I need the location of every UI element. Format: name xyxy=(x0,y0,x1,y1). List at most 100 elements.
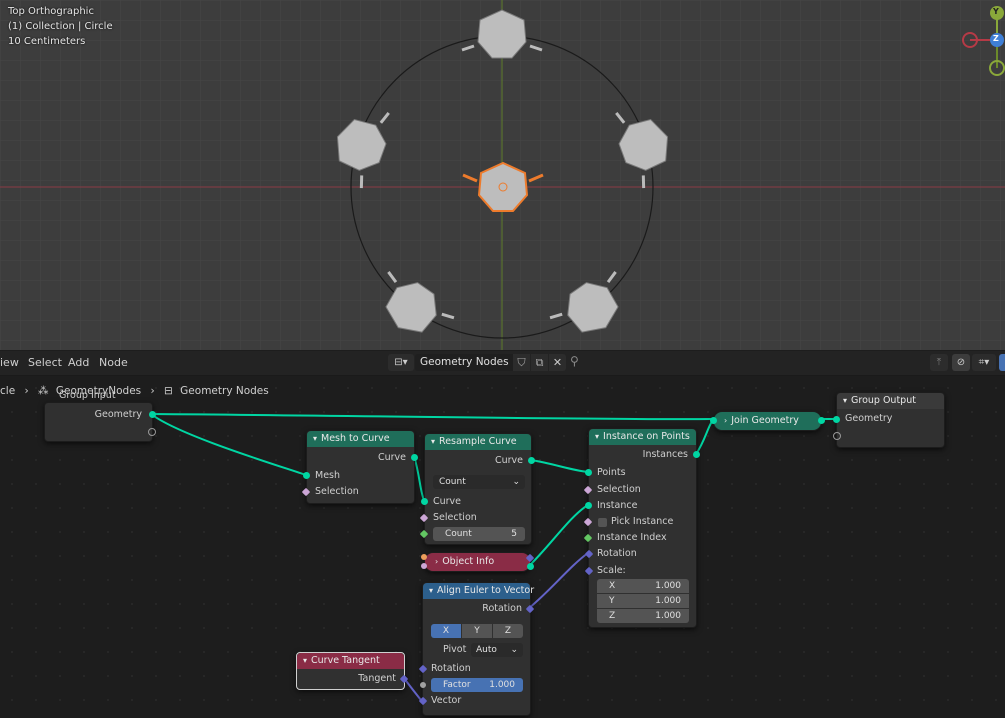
node-header[interactable]: › Join Geometry xyxy=(714,412,821,428)
collapse-chevron-icon[interactable]: ▾ xyxy=(843,393,847,409)
socket-label: Scale: xyxy=(597,565,626,576)
socket-label: Geometry xyxy=(845,413,893,424)
input-socket-mesh[interactable] xyxy=(303,472,310,479)
scale-z-field[interactable]: Z 1.000 xyxy=(597,609,689,623)
input-socket-as-instance[interactable] xyxy=(421,563,427,569)
menu-view[interactable]: iew xyxy=(0,356,19,369)
socket-label: Curve xyxy=(433,496,462,507)
overlay-toggle[interactable] xyxy=(999,354,1005,371)
output-socket-geometry[interactable] xyxy=(527,563,534,570)
node-tree-type-dropdown[interactable]: ⊟▾ xyxy=(388,354,414,371)
socket-label: Rotation xyxy=(597,548,637,559)
output-socket-geometry[interactable] xyxy=(149,411,156,418)
modifier-icon: ⁂ xyxy=(38,385,49,397)
collapse-chevron-icon[interactable]: ▾ xyxy=(303,653,307,669)
chevron-down-icon: ⌄ xyxy=(512,477,520,487)
input-socket-selection[interactable] xyxy=(583,485,593,495)
3d-viewport[interactable]: Top Orthographic (1) Collection | Circle… xyxy=(0,0,1005,350)
output-socket-empty[interactable] xyxy=(148,428,156,436)
mode-dropdown[interactable]: Count ⌄ xyxy=(433,475,525,489)
expand-chevron-icon[interactable]: › xyxy=(435,553,438,571)
pin-icon[interactable]: ⚲ xyxy=(570,354,579,368)
axis-x-button[interactable]: X xyxy=(431,624,461,638)
output-socket-curve[interactable] xyxy=(528,457,535,464)
socket-label: Curve xyxy=(494,455,523,466)
gizmo-z-label[interactable]: Z xyxy=(993,34,999,43)
close-icon[interactable]: ✕ xyxy=(549,354,566,371)
collapse-chevron-icon[interactable]: ▾ xyxy=(429,583,433,599)
count-field[interactable]: Count 5 xyxy=(433,527,525,541)
collapse-chevron-icon[interactable]: ▾ xyxy=(431,434,435,450)
input-socket-empty[interactable] xyxy=(833,432,841,440)
socket-label: Selection xyxy=(315,486,359,497)
axis-z-button[interactable]: Z xyxy=(493,624,523,638)
duplicate-icon[interactable]: ⧉ xyxy=(531,354,548,371)
output-socket-rotation[interactable] xyxy=(525,604,535,614)
socket-label: Rotation xyxy=(431,663,471,674)
snap-grid-icon[interactable]: ⌗▾ xyxy=(972,354,996,371)
pivot-dropdown[interactable]: Auto ⌄ xyxy=(471,643,523,657)
grid-scale-label: 10 Centimeters xyxy=(8,36,86,47)
input-socket-count[interactable] xyxy=(419,529,429,539)
input-socket-factor[interactable] xyxy=(418,680,428,690)
input-socket-curve[interactable] xyxy=(421,498,428,505)
node-header[interactable]: ▾ Curve Tangent xyxy=(297,653,404,669)
node-header[interactable]: ▾ Instance on Points xyxy=(589,429,696,445)
node-editor-canvas[interactable]: cle › ⁂ GeometryNodes › ⊟ Geometry Nodes… xyxy=(0,376,1005,718)
node-curve-tangent[interactable]: ▾ Curve Tangent Tangent xyxy=(296,652,409,690)
menu-select[interactable]: Select xyxy=(28,356,62,369)
input-socket-selection[interactable] xyxy=(301,487,311,497)
input-socket-instance[interactable] xyxy=(585,502,592,509)
node-header[interactable]: ▾ Resample Curve xyxy=(425,434,531,450)
node-header[interactable]: ▾ Mesh to Curve xyxy=(307,431,414,447)
input-socket-geometry[interactable] xyxy=(833,416,840,423)
node-align-euler-to-vector[interactable]: ▾ Align Euler to Vector Rotation X Y Z Pi… xyxy=(418,582,535,716)
node-instance-on-points[interactable]: ▾ Instance on Points Instances Points Sel… xyxy=(583,428,700,628)
input-socket-selection[interactable] xyxy=(419,513,429,523)
input-socket-rotation[interactable] xyxy=(418,664,428,674)
link-geometry-to-mesh xyxy=(150,413,307,476)
socket-label: Points xyxy=(597,467,626,478)
output-socket-instances[interactable] xyxy=(693,451,700,458)
expand-chevron-icon[interactable]: › xyxy=(724,412,727,430)
scale-x-field[interactable]: X 1.000 xyxy=(597,579,689,593)
gizmo-y-label[interactable]: Y xyxy=(993,7,999,16)
input-socket-points[interactable] xyxy=(585,469,592,476)
socket-label: Geometry xyxy=(94,409,142,420)
input-socket-rotation[interactable] xyxy=(584,549,594,559)
link-curve-to-points xyxy=(530,459,589,473)
node-tree-name-field[interactable]: Geometry Nodes xyxy=(415,354,518,371)
input-socket-scale[interactable] xyxy=(584,566,594,576)
menu-node[interactable]: Node xyxy=(99,356,128,369)
factor-field[interactable]: Factor 1.000 xyxy=(431,678,523,692)
node-join-geometry[interactable]: › Join Geometry xyxy=(710,411,825,431)
scale-y-field[interactable]: Y 1.000 xyxy=(597,594,689,608)
input-socket-instance-index[interactable] xyxy=(583,533,593,543)
output-socket-geometry[interactable] xyxy=(818,417,825,424)
node-group-output[interactable]: ▾ Group Output Geometry xyxy=(833,392,945,448)
parent-node-tree-icon[interactable]: ⤒ xyxy=(930,354,948,371)
pick-instance-checkbox[interactable] xyxy=(598,518,607,527)
node-header[interactable]: ▾ Group Output xyxy=(837,393,944,409)
socket-label: Vector xyxy=(431,695,462,706)
node-group-input[interactable]: Group Input Geometry xyxy=(44,390,156,442)
link-instances-to-join xyxy=(695,419,714,455)
node-header[interactable]: ▾ Align Euler to Vector xyxy=(423,583,534,599)
node-mesh-to-curve[interactable]: ▾ Mesh to Curve Curve Mesh Selection xyxy=(301,430,418,504)
collapse-chevron-icon[interactable]: ▾ xyxy=(313,431,317,447)
axis-y-button[interactable]: Y xyxy=(462,624,492,638)
node-object-info[interactable]: › Object Info xyxy=(421,552,535,572)
input-socket-vector[interactable] xyxy=(418,696,428,706)
snap-magnet-icon[interactable]: ⊘ xyxy=(952,354,970,371)
node-resample-curve[interactable]: ▾ Resample Curve Curve Count ⌄ Curve Selec… xyxy=(419,433,535,545)
node-header[interactable]: › Object Info xyxy=(425,553,530,569)
fake-user-shield-icon[interactable]: ⛉ xyxy=(513,354,530,371)
output-socket-curve[interactable] xyxy=(411,454,418,461)
input-socket-geometry[interactable] xyxy=(710,417,717,424)
menu-add[interactable]: Add xyxy=(68,356,89,369)
link-object-to-instance xyxy=(526,504,589,569)
collapse-chevron-icon[interactable]: ▾ xyxy=(595,429,599,445)
output-socket-tangent[interactable] xyxy=(399,674,409,684)
input-socket-object[interactable] xyxy=(421,554,427,560)
input-socket-pick-instance[interactable] xyxy=(583,517,593,527)
